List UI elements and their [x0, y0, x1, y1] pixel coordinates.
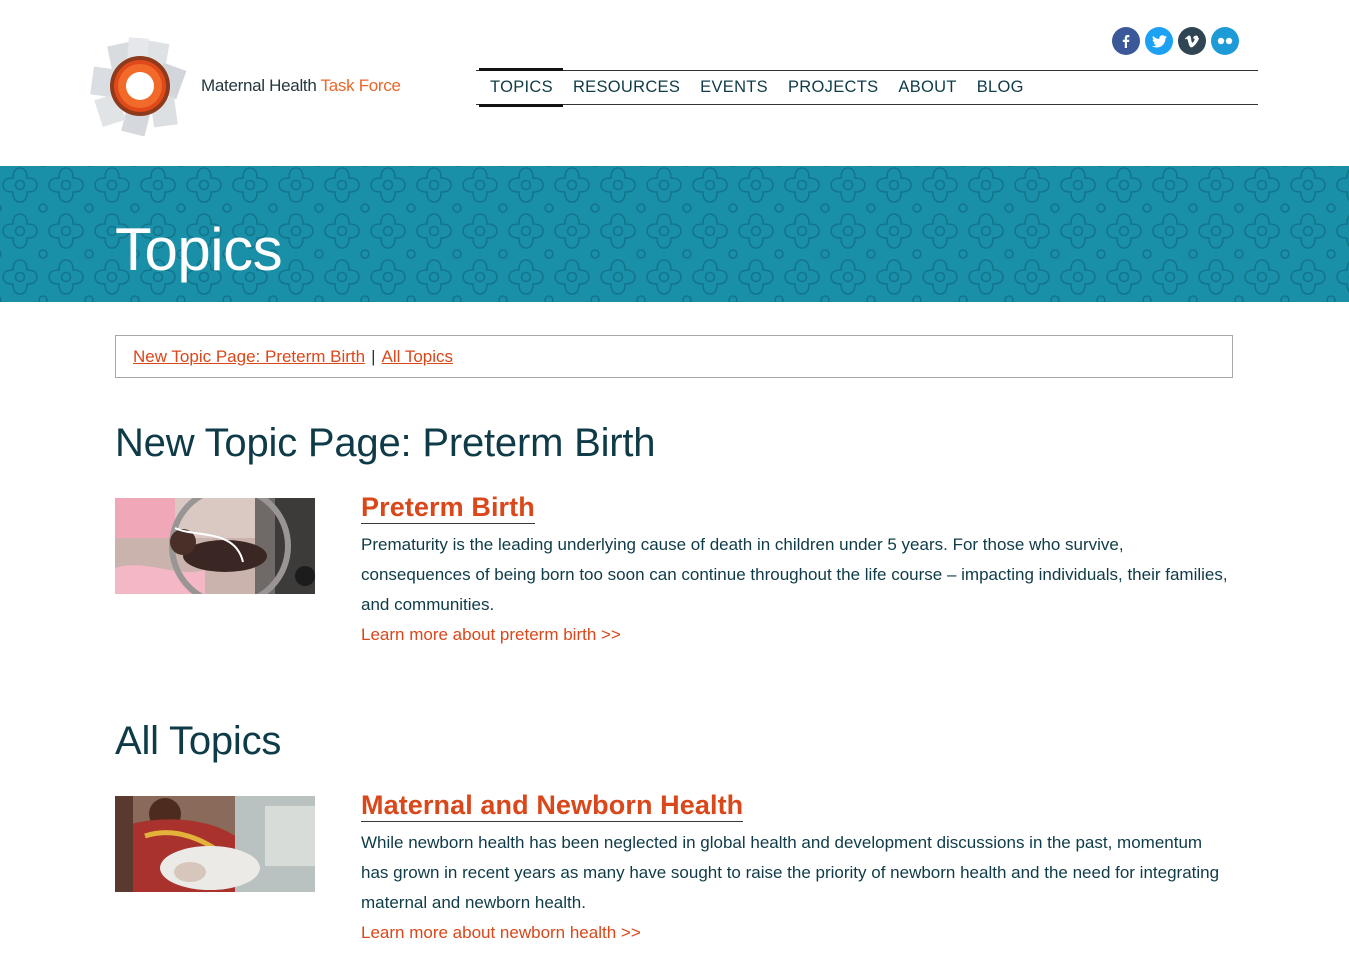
nav-topics[interactable]: TOPICS [476, 68, 563, 107]
topic-description: While newborn health has been neglected … [361, 833, 1220, 912]
jump-link-separator: | [371, 346, 376, 366]
topic-title-maternal-newborn[interactable]: Maternal and Newborn Health [361, 790, 744, 822]
topic-card-maternal-newborn: Maternal and Newborn Health While newbor… [361, 790, 1231, 947]
section-heading-all-topics: All Topics [115, 719, 282, 763]
nav-events[interactable]: EVENTS [690, 71, 778, 104]
social-links [1112, 27, 1239, 55]
logo-text: Maternal Health Task Force [201, 76, 401, 96]
learn-more-newborn-health-link[interactable]: Learn more about newborn health >> [361, 919, 1231, 947]
topic-title-preterm-birth[interactable]: Preterm Birth [361, 492, 535, 524]
jump-link-preterm-birth[interactable]: New Topic Page: Preterm Birth [133, 347, 365, 367]
topic-card-preterm-birth: Preterm Birth Prematurity is the leading… [361, 492, 1231, 649]
jump-link-all-topics[interactable]: All Topics [382, 347, 454, 367]
topic-description: Prematurity is the leading underlying ca… [361, 535, 1228, 614]
section-jump-links: New Topic Page: Preterm Birth | All Topi… [115, 335, 1233, 378]
logo-text-accent: Task Force [320, 76, 401, 95]
facebook-icon[interactable] [1112, 27, 1140, 55]
twitter-icon[interactable] [1145, 27, 1173, 55]
page-banner: Topics [0, 166, 1349, 302]
preterm-birth-image[interactable] [115, 498, 315, 594]
page-title: Topics [115, 216, 283, 283]
vimeo-icon[interactable] [1178, 27, 1206, 55]
nav-projects[interactable]: PROJECTS [778, 71, 888, 104]
learn-more-preterm-birth-link[interactable]: Learn more about preterm birth >> [361, 621, 1231, 649]
site-logo[interactable]: Maternal Health Task Force [90, 36, 420, 136]
logo-text-primary: Maternal Health [201, 76, 317, 95]
maternal-newborn-photo [115, 796, 315, 892]
nav-about[interactable]: ABOUT [888, 71, 966, 104]
section-heading-new-topic: New Topic Page: Preterm Birth [115, 421, 656, 465]
maternal-newborn-image[interactable] [115, 796, 315, 892]
nav-resources[interactable]: RESOURCES [563, 71, 690, 104]
preterm-birth-photo [115, 498, 315, 594]
logo-mark-icon [90, 37, 187, 136]
main-nav: TOPICS RESOURCES EVENTS PROJECTS ABOUT B… [476, 68, 1258, 107]
nav-blog[interactable]: BLOG [967, 71, 1034, 104]
flickr-icon[interactable] [1211, 27, 1239, 55]
